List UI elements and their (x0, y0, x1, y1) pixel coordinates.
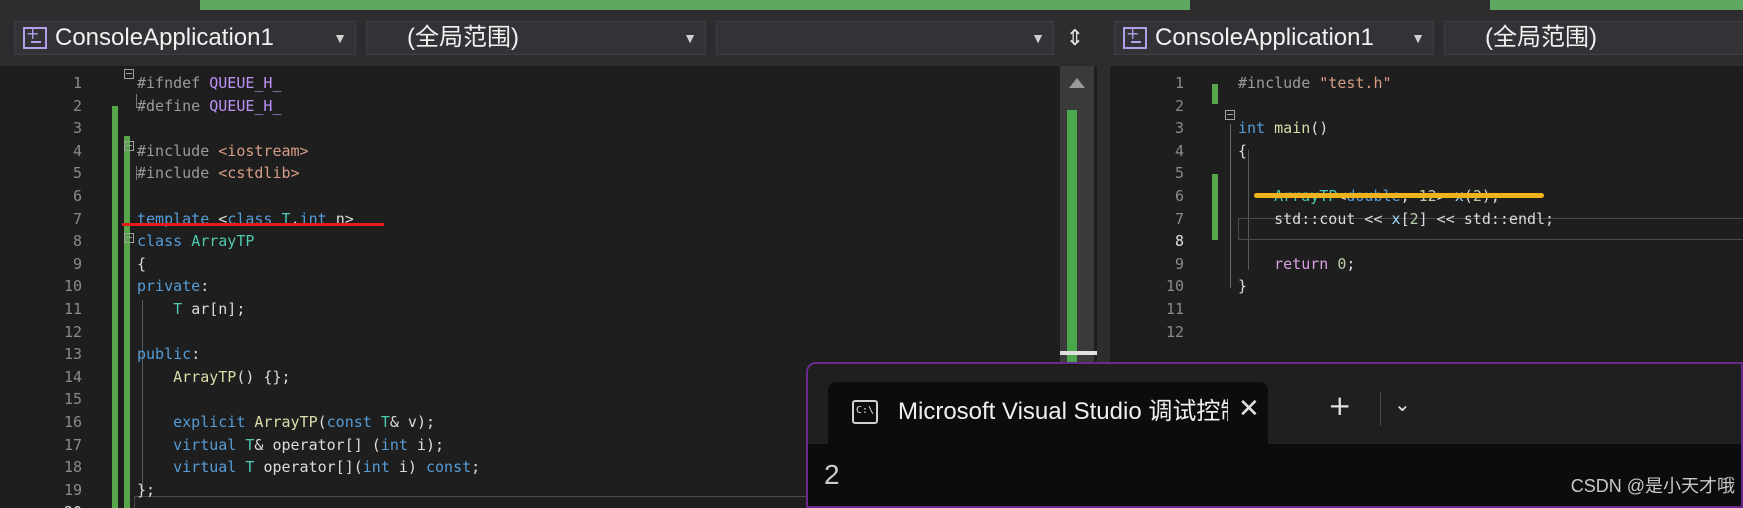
line-number: 2 (72, 96, 82, 115)
code-line: explicit ArrayTP(const T& v); (173, 413, 436, 431)
line-number: 18 (63, 458, 82, 477)
right-scope-combo[interactable]: (全局范围) (1444, 21, 1743, 55)
line-number: 10 (63, 277, 82, 296)
line-number: 4 (72, 141, 82, 160)
project-icon (23, 18, 47, 50)
right-project-combo-text: ConsoleApplication1 (1155, 24, 1374, 51)
left-project-combo-text: ConsoleApplication1 (55, 24, 274, 51)
left-scope-combo[interactable]: (全局范围) ▼ (366, 21, 706, 55)
top-strip-tab-left (0, 0, 200, 10)
right-change-bar (1212, 84, 1218, 104)
line-number: 11 (63, 300, 82, 318)
line-number: 1 (1174, 74, 1184, 92)
new-tab-icon[interactable]: + (1328, 392, 1351, 420)
line-number: 9 (72, 254, 82, 273)
right-project-combo[interactable]: ConsoleApplication1 ▼ (1114, 18, 1434, 55)
code-line: return 0; (1274, 254, 1356, 273)
line-number: 15 (63, 390, 82, 409)
scroll-up-icon[interactable] (1069, 78, 1085, 88)
code-line: public: (137, 345, 201, 364)
left-change-bar-inner (124, 136, 130, 508)
fold-toggle-icon[interactable] (1225, 110, 1235, 120)
code-line: #define QUEUE_H_ (137, 96, 282, 115)
line-number: 1 (72, 74, 82, 92)
line-number: 5 (1174, 164, 1184, 183)
line-number: 7 (1174, 209, 1184, 228)
fold-toggle-icon[interactable] (124, 69, 134, 79)
line-number: 10 (1165, 277, 1184, 296)
code-line: }; (137, 480, 156, 499)
code-line: int main() (1238, 119, 1329, 138)
right-scope-combo-text: (全局范围) (1485, 24, 1597, 51)
scroll-position-marker (1060, 351, 1097, 355)
line-number: 6 (72, 187, 82, 205)
line-number: 4 (1174, 141, 1184, 160)
code-line: #include <iostream> (137, 141, 309, 160)
line-number: 2 (1174, 96, 1184, 115)
left-change-bar (112, 106, 118, 508)
split-window-icon[interactable]: ⇕ (1060, 24, 1090, 54)
line-number: 3 (72, 119, 82, 138)
line-number: 12 (63, 322, 82, 341)
code-line: template <class T,int n> (137, 209, 354, 228)
chevron-down-icon: ▼ (683, 30, 697, 46)
left-project-combo[interactable]: ConsoleApplication1 ▼ (14, 18, 356, 55)
line-number: 16 (63, 413, 82, 431)
line-number: 5 (72, 164, 82, 183)
fold-guide (1230, 124, 1231, 288)
line-number: 17 (63, 435, 82, 454)
right-change-bar (1212, 174, 1218, 240)
line-number: 9 (1174, 254, 1184, 273)
code-line: virtual T operator[](int i) const; (173, 458, 481, 477)
line-number: 3 (1174, 119, 1184, 138)
line-number: 12 (1165, 322, 1184, 341)
console-output: 2 (824, 459, 840, 490)
code-line: #include "test.h" (1238, 74, 1392, 92)
left-navigation-bar: ConsoleApplication1 ▼ (全局范围) ▼ ▼ ⇕ (0, 10, 1097, 66)
line-number: 8 (1174, 232, 1184, 251)
code-line: std::cout << x[2] << std::endl; (1238, 209, 1555, 228)
left-scope-combo-text: (全局范围) (407, 24, 519, 51)
line-number: 19 (63, 480, 82, 499)
chevron-down-icon[interactable]: ⌄ (1394, 392, 1411, 416)
left-member-combo[interactable]: ▼ (716, 21, 1054, 55)
orange-underline-annotation (1254, 193, 1544, 198)
code-line: class ArrayTP (137, 232, 255, 251)
top-strip (0, 0, 1743, 10)
line-number: 11 (1165, 300, 1184, 318)
chevron-down-icon: ▼ (1031, 30, 1045, 46)
watermark: CSDN @是小天才哦 (1570, 476, 1735, 496)
top-strip-tab-right (1190, 0, 1490, 10)
code-line: #include <cstdlib> (137, 164, 300, 183)
chevron-down-icon: ▼ (1411, 30, 1425, 46)
console-tab-title: Microsoft Visual Studio 调试控制台 (898, 398, 1228, 425)
code-line: ArrayTP() {}; (173, 367, 291, 386)
line-number: 20 (42, 501, 82, 508)
code-line: virtual T& operator[] (int i); (173, 435, 445, 454)
project-icon (1123, 18, 1147, 50)
console-tab[interactable]: C:\ Microsoft Visual Studio 调试控制台 ✕ (828, 382, 1268, 444)
code-line: { (137, 254, 147, 273)
console-title-bar: C:\ Microsoft Visual Studio 调试控制台 ✕ + ⌄ (808, 364, 1741, 444)
red-underline-annotation (122, 223, 384, 226)
line-number: 7 (72, 209, 82, 228)
titlebar-divider (1380, 392, 1381, 426)
fold-toggle-icon[interactable] (124, 233, 134, 243)
line-number: 13 (63, 345, 82, 364)
code-line: } (1238, 277, 1248, 296)
line-number: 6 (1174, 187, 1184, 205)
close-icon[interactable]: ✕ (1238, 394, 1260, 424)
chevron-down-icon: ▼ (333, 30, 347, 46)
terminal-icon: C:\ (852, 400, 878, 424)
fold-toggle-icon[interactable] (124, 141, 134, 151)
right-navigation-bar: ConsoleApplication1 ▼ (全局范围) (1110, 10, 1743, 66)
code-line: private: (137, 277, 210, 296)
line-number: 8 (72, 232, 82, 251)
line-number: 14 (63, 367, 82, 386)
code-line: #ifndef QUEUE_H_ (137, 74, 282, 92)
code-line: T ar[n]; (173, 300, 246, 318)
code-line: { (1238, 141, 1248, 160)
